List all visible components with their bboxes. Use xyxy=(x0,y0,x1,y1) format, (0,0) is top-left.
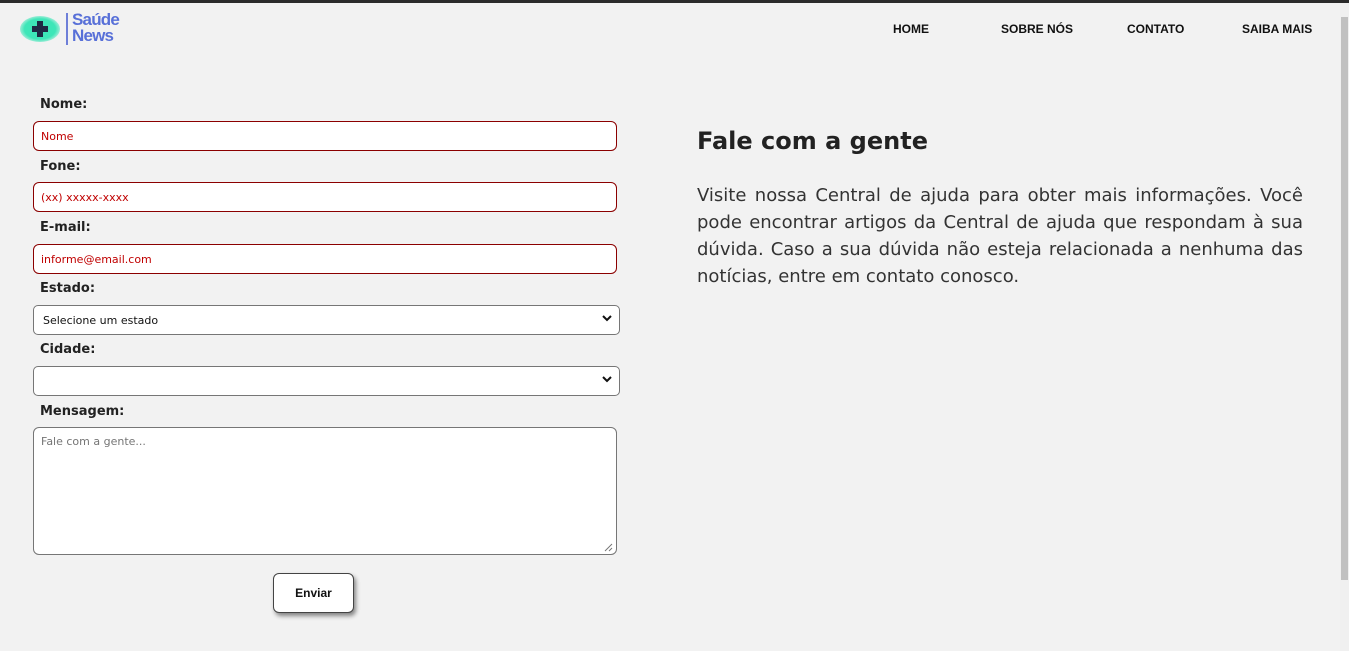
enviar-button[interactable]: Enviar xyxy=(273,573,354,613)
email-input[interactable] xyxy=(33,244,617,274)
estado-label: Estado: xyxy=(40,281,96,296)
nav-contato[interactable]: CONTATO xyxy=(1127,22,1184,36)
page-scrollbar[interactable] xyxy=(1340,3,1349,651)
email-label: E-mail: xyxy=(40,220,91,235)
chevron-down-icon xyxy=(602,376,612,383)
nome-input[interactable] xyxy=(33,121,617,151)
fone-input[interactable] xyxy=(33,182,617,212)
scrollbar-thumb[interactable] xyxy=(1341,17,1348,580)
cidade-label: Cidade: xyxy=(40,342,96,357)
nav-home[interactable]: HOME xyxy=(893,22,929,36)
chevron-down-icon xyxy=(602,315,612,322)
nome-label: Nome: xyxy=(40,97,88,112)
resize-grip-icon[interactable] xyxy=(604,543,613,552)
mensagem-label: Mensagem: xyxy=(40,404,125,419)
estado-selected-value: Selecione um estado xyxy=(43,314,159,327)
mensagem-textarea[interactable] xyxy=(33,427,617,555)
cidade-select[interactable] xyxy=(33,366,620,396)
main-nav: HOME SOBRE NÓS CONTATO SAIBA MAIS xyxy=(0,22,1349,38)
estado-select[interactable]: Selecione um estado xyxy=(33,305,620,335)
nav-sobre-nos[interactable]: SOBRE NÓS xyxy=(1001,22,1073,36)
contact-description: Visite nossa Central de ajuda para obter… xyxy=(697,185,1303,287)
fone-label: Fone: xyxy=(40,159,81,174)
top-border xyxy=(0,0,1349,3)
nav-saiba-mais[interactable]: SAIBA MAIS xyxy=(1242,22,1312,36)
contact-heading: Fale com a gente xyxy=(697,127,928,155)
